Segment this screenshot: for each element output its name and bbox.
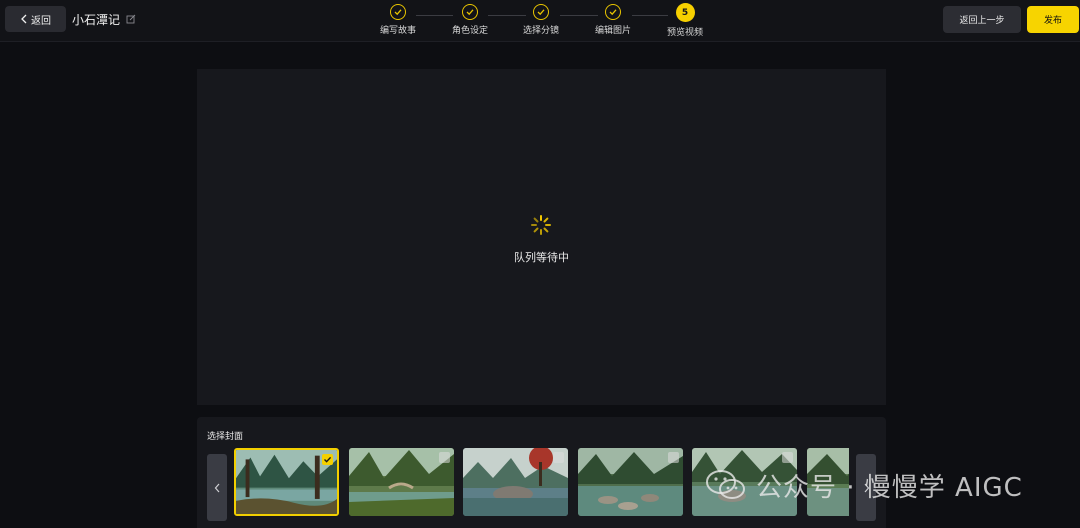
publish-button[interactable]: 发布 [1027, 6, 1079, 33]
queue-status-text: 队列等待中 [514, 251, 569, 264]
watermark-text: 公众号 · 慢慢学 AIGC [756, 472, 1023, 503]
project-title: 小石潭记 [72, 13, 121, 27]
checkbox-icon[interactable] [668, 452, 679, 463]
loading-spinner-icon [531, 215, 551, 235]
step-label: 预览视频 [666, 28, 703, 38]
step-select-storyboard[interactable]: 选择分镜 [511, 4, 571, 36]
edit-icon[interactable] [126, 14, 136, 24]
checkbox-icon[interactable] [553, 452, 564, 463]
chevron-left-icon [21, 14, 27, 24]
step-edit-images[interactable]: 编辑图片 [583, 4, 643, 36]
step-label: 编辑图片 [594, 26, 631, 36]
step-preview-video[interactable]: 5 预览视频 [655, 3, 715, 38]
chevron-left-icon [214, 483, 219, 492]
watermark: 公众号 · 慢慢学 AIGC [704, 465, 1023, 505]
check-icon [533, 4, 549, 20]
top-bar: 返回 小石潭记 编写故事 角色设定 选择分镜 编辑图片 5 预览视频 返回上一步… [0, 0, 1080, 42]
cover-thumbnail[interactable] [349, 448, 454, 516]
checkbox-icon[interactable] [439, 452, 450, 463]
check-icon [390, 4, 406, 20]
check-icon [605, 4, 621, 20]
step-label: 角色设定 [451, 26, 488, 36]
cover-title: 选择封面 [207, 432, 244, 442]
cover-thumbnail[interactable] [234, 448, 339, 516]
video-preview: 队列等待中 [197, 69, 886, 405]
back-button-label: 返回 [31, 15, 51, 27]
step-write-story[interactable]: 编写故事 [368, 4, 428, 36]
check-icon [462, 4, 478, 20]
cover-thumbnail[interactable] [578, 448, 683, 516]
step-label: 选择分镜 [522, 26, 559, 36]
back-button[interactable]: 返回 [5, 6, 66, 32]
checkbox-icon[interactable] [782, 452, 793, 463]
checkbox-checked-icon[interactable] [322, 454, 333, 465]
prev-cover-button[interactable] [207, 454, 227, 521]
cover-thumbnail[interactable] [463, 448, 568, 516]
previous-step-button[interactable]: 返回上一步 [943, 6, 1021, 33]
step-number-badge: 5 [675, 3, 695, 22]
step-label: 编写故事 [379, 26, 416, 36]
step-character-setting[interactable]: 角色设定 [440, 4, 500, 36]
wechat-icon [706, 470, 745, 499]
